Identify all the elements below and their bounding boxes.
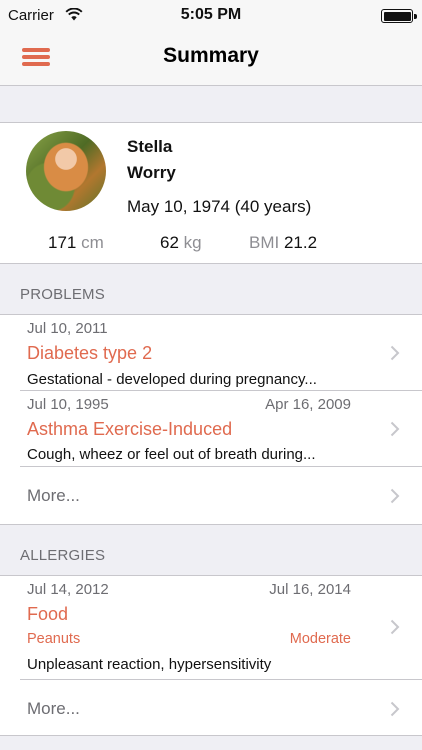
avatar [26,131,106,211]
problem-start-date: Jul 10, 2011 [27,320,108,337]
problem-description: Cough, wheez or feel out of breath durin… [27,446,316,463]
page-title: Summary [163,44,259,67]
battery-icon [381,9,417,23]
allergies-more-label: More... [27,699,80,718]
chevron-right-icon [390,619,400,635]
height-unit: cm [81,233,104,252]
patient-last-name: Worry [127,163,176,182]
allergy-title: Food [27,604,69,624]
allergen: Peanuts [27,631,81,647]
birth-date: May 10, 1974 (40 years) [127,197,312,216]
problems-section-header: PROBLEMS [20,286,105,303]
chevron-right-icon [390,488,400,504]
bmi-label: BMI [249,233,280,252]
problem-title: Diabetes type 2 [27,343,153,363]
allergies-card: Jul 14, 2012 Jul 16, 2014 Food Peanuts M… [0,575,422,736]
allergies-more-row[interactable]: More... [0,680,422,736]
problems-card: Jul 10, 2011 Diabetes type 2 Gestational… [0,314,422,525]
status-time: 5:05 PM [180,6,242,23]
height-value: 171 [48,233,77,252]
weight-unit: kg [183,233,202,252]
navigation-bar: Summary [0,30,422,86]
problem-description: Gestational - developed during pregnancy… [27,371,317,388]
profile-card: Stella Worry May 10, 1974 (40 years) 171… [0,122,422,264]
weight-stat: 62 kg [160,233,202,253]
problem-title: Asthma Exercise-Induced [27,419,233,439]
problem-start-date: Jul 10, 1995 [27,396,109,413]
problem-row-diabetes[interactable]: Jul 10, 2011 Diabetes type 2 Gestational… [0,315,422,391]
allergy-end-date: Jul 16, 2014 [269,581,351,598]
patient-first-name: Stella [127,137,173,156]
allergy-row-food[interactable]: Jul 14, 2012 Jul 16, 2014 Food Peanuts M… [0,576,422,680]
allergy-description: Unpleasant reaction, hypersensitivity [27,656,272,673]
status-bar: Carrier 5:05 PM [0,0,422,30]
bmi-value: 21.2 [283,233,318,252]
problem-end-date: Apr 16, 2009 [265,396,351,413]
chevron-right-icon [390,701,400,717]
height-stat: 171 cm [48,233,104,253]
weight-value: 62 [160,233,179,252]
allergies-section-header: ALLERGIES [20,547,106,564]
problem-row-asthma[interactable]: Jul 10, 1995 Apr 16, 2009 Asthma Exercis… [0,391,422,467]
problems-more-row[interactable]: More... [0,467,422,525]
allergy-start-date: Jul 14, 2012 [27,581,109,598]
bmi-stat: BMI 21.2 [249,233,317,253]
chevron-right-icon [390,345,400,361]
chevron-right-icon [390,421,400,437]
problems-more-label: More... [27,486,80,505]
allergy-severity: Moderate [289,631,351,647]
